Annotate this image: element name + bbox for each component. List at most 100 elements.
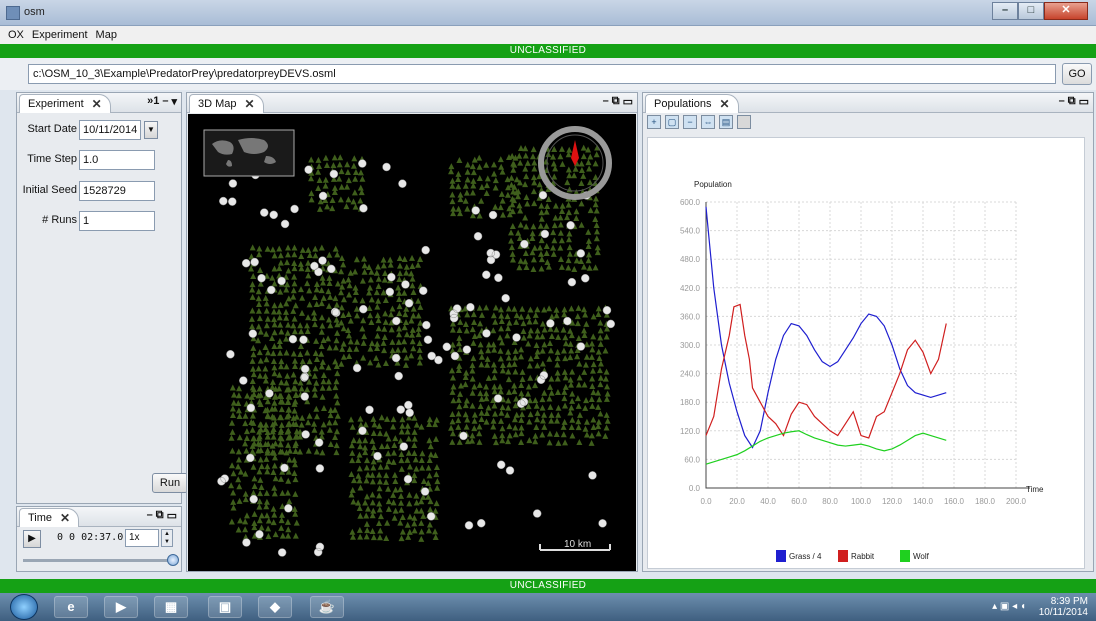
minimize-icon[interactable]: – xyxy=(603,95,609,108)
zoom-box-icon[interactable]: ▢ xyxy=(665,115,679,129)
time-step-row: Time Step xyxy=(17,150,77,170)
run-button[interactable]: Run xyxy=(152,473,188,493)
system-tray[interactable]: ▴ ▣ ◂ ◖ xyxy=(992,601,1026,612)
close-icon[interactable]: ✕ xyxy=(60,509,70,527)
speed-field[interactable]: 1x xyxy=(125,529,159,547)
chevron-down-icon[interactable]: ▾ xyxy=(171,95,177,108)
menu-experiment[interactable]: Experiment xyxy=(32,29,88,41)
java-app-icon[interactable]: ☕ xyxy=(310,596,344,618)
tab-overflow-icon[interactable]: »1 xyxy=(147,95,159,108)
y-tick-label: 60.0 xyxy=(684,455,700,464)
population-chart-svg: 0.0 20.0 40.0 60.0 80.0 100.0 120.0 140.0 160.0 1… xyxy=(680,180,1044,562)
tab-time[interactable]: Time ✕ xyxy=(19,508,80,527)
world-minimap[interactable] xyxy=(203,129,295,177)
menu-ox[interactable]: OX xyxy=(8,29,24,41)
tab-experiment-label: Experiment xyxy=(28,98,84,110)
start-button[interactable] xyxy=(10,594,38,620)
folder-icon[interactable]: ▦ xyxy=(154,596,188,618)
chart-toolbar: + ▢ − ⇔ ▤ xyxy=(647,115,751,133)
media-player-icon[interactable]: ▶ xyxy=(104,596,138,618)
window-controls: – □ ✕ xyxy=(992,2,1088,20)
x-tick-label: 40.0 xyxy=(760,497,776,506)
zoom-in-icon[interactable]: + xyxy=(647,115,661,129)
path-bar: c:\OSM_10_3\Example\PredatorPrey\predato… xyxy=(0,58,1096,90)
classification-banner-bottom: UNCLASSIFIED xyxy=(0,579,1096,593)
chart-legend: Grass / 4 Rabbit Wolf xyxy=(776,550,930,562)
map-terrain[interactable]: 10 km xyxy=(188,114,636,571)
save-image-icon[interactable]: ▤ xyxy=(719,115,733,129)
population-chart[interactable]: 0.0 20.0 40.0 60.0 80.0 100.0 120.0 140.0 160.0 1… xyxy=(647,137,1085,569)
classification-banner-top: UNCLASSIFIED xyxy=(0,44,1096,58)
fit-icon[interactable]: ⇔ xyxy=(701,115,715,129)
time-panel-controls: – ⧉ ▭ xyxy=(147,509,177,522)
restore-icon[interactable]: ⧉ xyxy=(156,509,164,522)
go-button[interactable]: GO xyxy=(1062,63,1092,85)
tab-experiment[interactable]: Experiment ✕ xyxy=(19,94,111,113)
restore-icon[interactable]: ⧉ xyxy=(612,95,620,108)
date-picker-button[interactable]: ▼ xyxy=(144,121,158,139)
maximize-icon[interactable]: ▭ xyxy=(1079,95,1089,108)
tab-3d-map[interactable]: 3D Map ✕ xyxy=(189,94,264,113)
time-slider-handle[interactable] xyxy=(167,554,179,566)
y-tick-label: 480.0 xyxy=(680,255,701,264)
browser-icon[interactable]: e xyxy=(54,596,88,618)
initial-seed-field[interactable]: 1528729 xyxy=(79,181,155,201)
initial-seed-row: Initial Seed xyxy=(17,181,77,201)
x-tick-label: 160.0 xyxy=(944,497,965,506)
play-button[interactable]: ▶ xyxy=(23,530,41,548)
maximize-icon[interactable]: ▭ xyxy=(623,95,633,108)
x-tick-label: 200.0 xyxy=(1006,497,1027,506)
taskbar-clock[interactable]: 8:39 PM 10/11/2014 xyxy=(1039,596,1088,618)
model-path-input[interactable]: c:\OSM_10_3\Example\PredatorPrey\predato… xyxy=(28,64,1056,84)
experiment-panel-controls: »1 – ▾ xyxy=(147,95,177,108)
runs-label: # Runs xyxy=(42,214,77,226)
x-tick-label: 120.0 xyxy=(882,497,903,506)
runs-row: # Runs xyxy=(17,211,77,231)
grass-layer xyxy=(228,144,611,542)
experiment-tabstrip: Experiment ✕ »1 – ▾ xyxy=(17,93,181,113)
minimize-icon[interactable]: – xyxy=(1059,95,1065,108)
clock-date: 10/11/2014 xyxy=(1038,607,1088,618)
time-slider-track[interactable] xyxy=(23,559,173,562)
sim-clock: 0 0 02:37.0 xyxy=(57,532,124,543)
properties-icon[interactable] xyxy=(737,115,751,129)
minimize-icon[interactable]: – xyxy=(162,95,168,108)
x-axis-label: Time xyxy=(1026,485,1044,494)
minimize-icon[interactable]: – xyxy=(147,509,153,522)
zoom-out-icon[interactable]: − xyxy=(683,115,697,129)
y-tick-label: 420.0 xyxy=(680,284,701,293)
legend-label: Rabbit xyxy=(851,552,875,561)
close-button[interactable]: ✕ xyxy=(1044,2,1088,20)
runs-field[interactable]: 1 xyxy=(79,211,155,231)
start-date-row: Start Date xyxy=(17,120,77,140)
map-panel-controls: – ⧉ ▭ xyxy=(603,95,633,108)
populations-panel-controls: – ⧉ ▭ xyxy=(1059,95,1089,108)
map-tabstrip: 3D Map ✕ – ⧉ ▭ xyxy=(187,93,637,113)
legend-label: Wolf xyxy=(913,552,930,561)
y-tick-label: 180.0 xyxy=(680,398,701,407)
series-line-rabbit xyxy=(705,303,947,439)
cube-app-icon[interactable]: ◆ xyxy=(258,596,292,618)
tab-populations[interactable]: Populations ✕ xyxy=(645,94,739,113)
time-panel: Time ✕ – ⧉ ▭ ▶ 0 0 02:37.0 1x ▲ ▼ xyxy=(16,506,182,572)
time-step-field[interactable]: 1.0 xyxy=(79,150,155,170)
map-canvas[interactable]: 10 km xyxy=(188,114,636,571)
taskbar: e ▶ ▦ ▣ ◆ ☕ ▴ ▣ ◂ ◖ 8:39 PM 10/11/2014 xyxy=(0,593,1096,621)
x-tick-label: 140.0 xyxy=(913,497,934,506)
series-line-grass xyxy=(705,206,947,449)
y-axis-label: Population xyxy=(694,180,732,189)
presentation-app-icon[interactable]: ▣ xyxy=(208,596,242,618)
compass-icon[interactable] xyxy=(538,126,612,200)
maximize-button[interactable]: □ xyxy=(1018,2,1044,20)
start-date-field[interactable]: 10/11/2014 xyxy=(79,120,141,140)
maximize-icon[interactable]: ▭ xyxy=(167,509,177,522)
menu-map[interactable]: Map xyxy=(96,29,117,41)
close-icon[interactable]: ✕ xyxy=(92,95,102,113)
restore-icon[interactable]: ⧉ xyxy=(1068,95,1076,108)
x-tick-label: 20.0 xyxy=(729,497,745,506)
minimize-button[interactable]: – xyxy=(992,2,1018,20)
speed-stepper[interactable]: ▲ ▼ xyxy=(161,529,173,547)
close-icon[interactable]: ✕ xyxy=(245,95,255,113)
y-tick-label: 300.0 xyxy=(680,341,701,350)
close-icon[interactable]: ✕ xyxy=(720,95,730,113)
